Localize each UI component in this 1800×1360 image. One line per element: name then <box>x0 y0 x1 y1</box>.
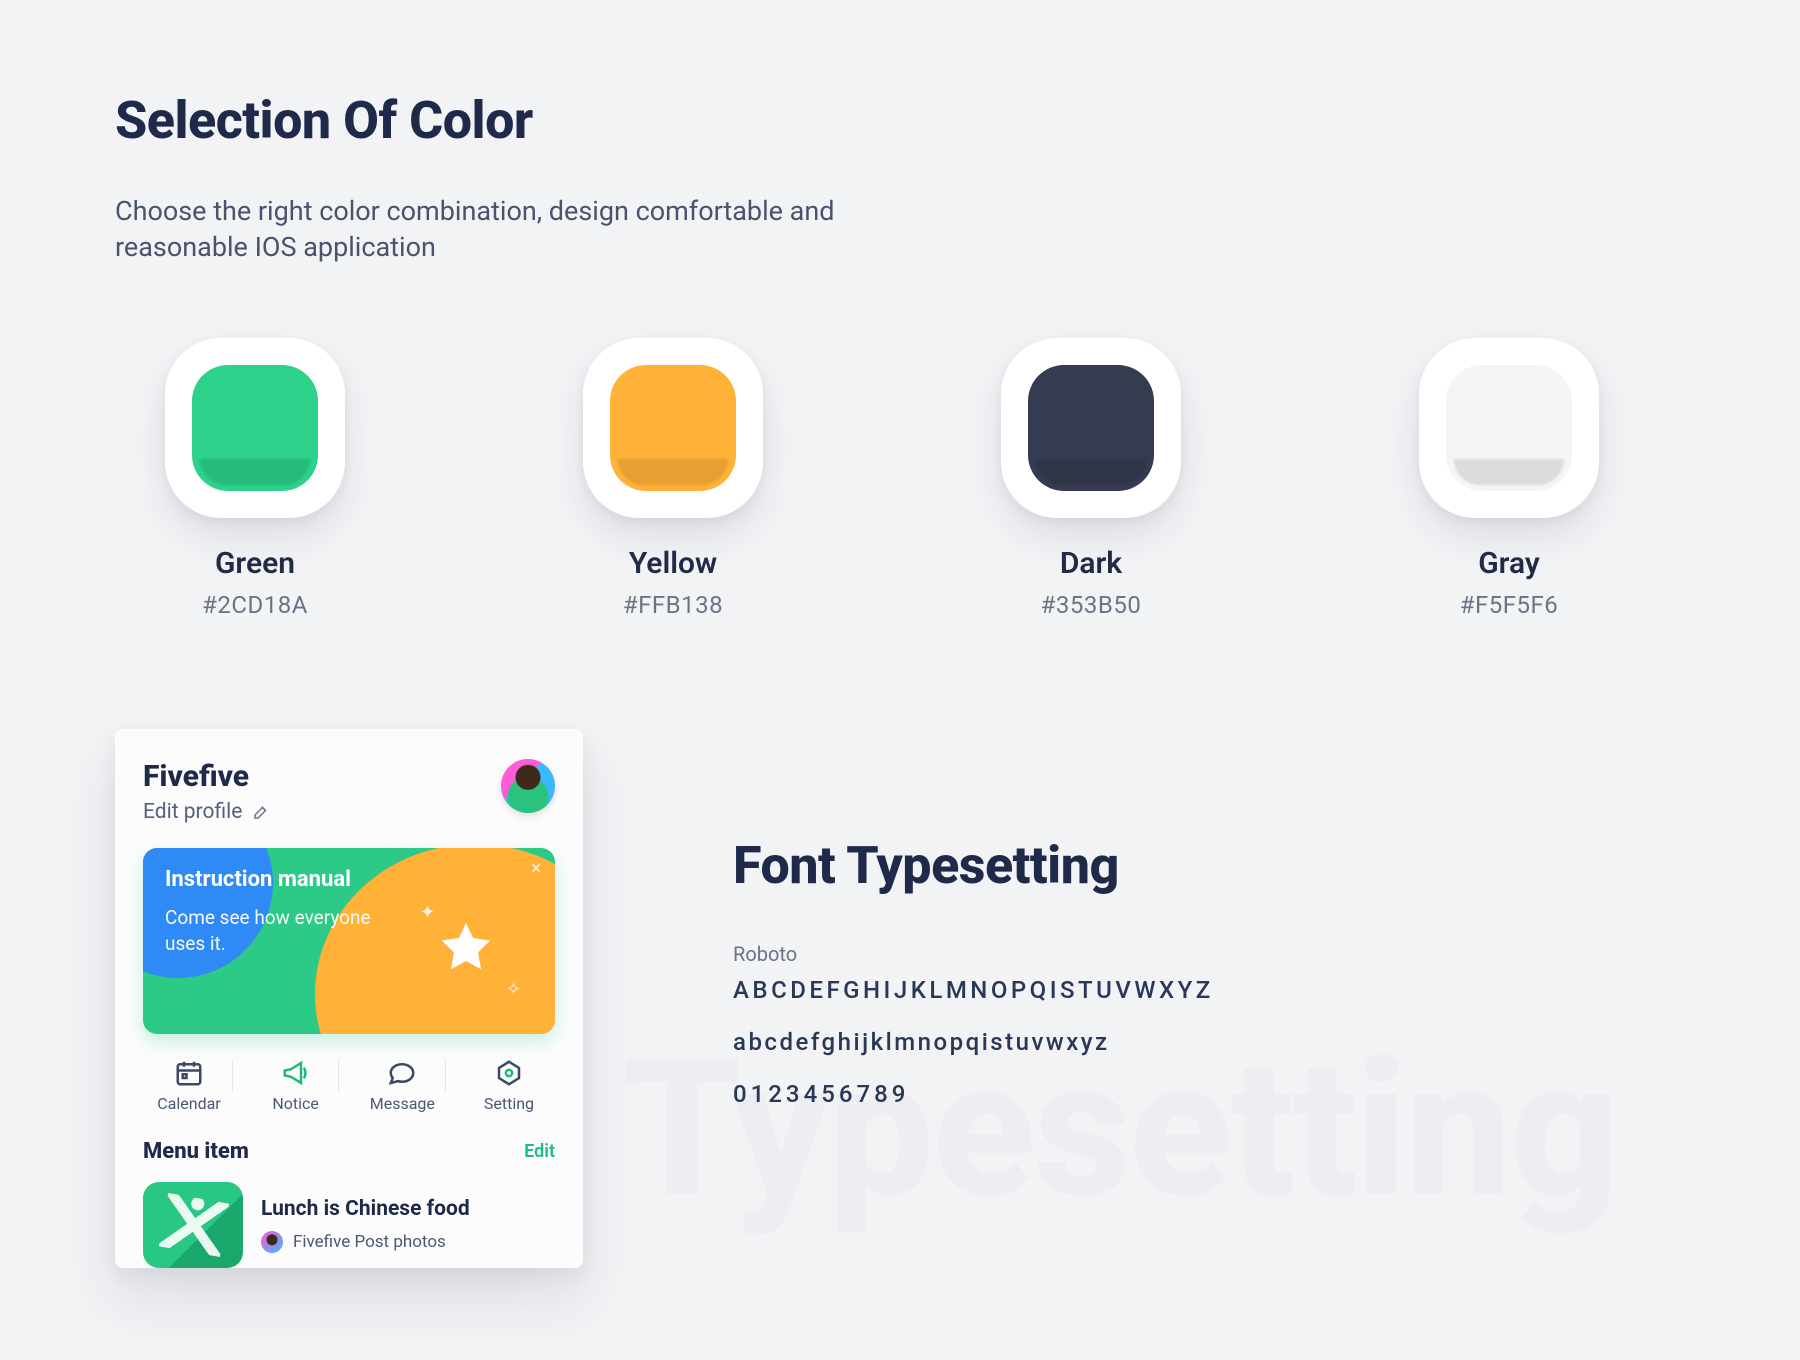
settings-icon <box>494 1058 524 1088</box>
font-section-title: Font Typesetting <box>733 835 1685 896</box>
swatch-name: Dark <box>1060 546 1122 581</box>
app-preview-card: Fivefive Edit profile × ✦ <box>115 729 583 1268</box>
mini-avatar <box>261 1231 283 1253</box>
swatch-pillow <box>583 338 763 518</box>
menu-item-subtitle: Fivefive Post photos <box>293 1232 446 1252</box>
sparkle-icon: ✧ <box>506 979 521 1000</box>
menu-item[interactable]: Lunch is Chinese food Fivefive Post phot… <box>143 1182 555 1268</box>
swatch-green: Green #2CD18A <box>165 338 345 619</box>
swatch-pillow <box>1001 338 1181 518</box>
swatch-chip <box>610 365 736 491</box>
page-subtitle: Choose the right color combination, desi… <box>115 193 895 266</box>
swatch-yellow: Yellow #FFB138 <box>583 338 763 619</box>
swatch-chip <box>192 365 318 491</box>
quick-calendar[interactable]: Calendar <box>145 1058 233 1113</box>
quick-message[interactable]: Message <box>358 1058 446 1113</box>
swatch-hex: #2CD18A <box>202 591 308 619</box>
chat-icon <box>387 1058 417 1088</box>
swatch-name: Gray <box>1478 546 1540 581</box>
sparkle-icon: ✦ <box>420 902 435 923</box>
page-title: Selection Of Color <box>115 90 1685 151</box>
instruction-banner[interactable]: × ✦ ✧ Instruction manual Come see how ev… <box>143 848 555 1034</box>
menu-item-thumb <box>143 1182 243 1268</box>
menu-section-title: Menu item <box>143 1139 249 1164</box>
banner-subtitle: Come see how everyone uses it. <box>165 905 405 956</box>
swatch-hex: #353B50 <box>1041 591 1142 619</box>
quick-notice[interactable]: Notice <box>252 1058 340 1113</box>
edit-profile-label: Edit profile <box>143 800 242 824</box>
calendar-icon <box>174 1058 204 1088</box>
specimen-lower: abcdefghijklmnopqistuvwxyz <box>733 1028 1685 1056</box>
quick-label: Notice <box>272 1094 319 1113</box>
menu-edit-button[interactable]: Edit <box>524 1141 555 1162</box>
swatch-row: Green #2CD18A Yellow #FFB138 Dark #353B5… <box>115 338 1685 619</box>
close-icon[interactable]: × <box>531 858 541 879</box>
quick-label: Setting <box>484 1094 534 1113</box>
swatch-chip <box>1028 365 1154 491</box>
specimen-numbers: 0123456789 <box>733 1080 1685 1108</box>
banner-title: Instruction manual <box>165 866 405 894</box>
megaphone-icon <box>281 1058 311 1088</box>
swatch-hex: #FFB138 <box>623 591 723 619</box>
star-icon <box>437 918 495 976</box>
font-section: Typesetting Font Typesetting Roboto ABCD… <box>733 729 1685 1268</box>
quick-label: Message <box>370 1094 435 1113</box>
pencil-icon <box>252 803 270 821</box>
swatch-hex: #F5F5F6 <box>1460 591 1559 619</box>
swatch-pillow <box>1419 338 1599 518</box>
swatch-pillow <box>165 338 345 518</box>
swatch-chip <box>1446 365 1572 491</box>
quick-setting[interactable]: Setting <box>465 1058 553 1113</box>
font-family-label: Roboto <box>733 942 1685 966</box>
quick-actions: Calendar Notice Message <box>143 1058 555 1113</box>
menu-item-title: Lunch is Chinese food <box>261 1197 470 1221</box>
swatch-name: Yellow <box>629 546 717 581</box>
profile-name: Fivefive <box>143 759 270 794</box>
swatch-dark: Dark #353B50 <box>1001 338 1181 619</box>
quick-label: Calendar <box>157 1094 220 1113</box>
avatar[interactable] <box>501 759 555 813</box>
edit-profile-link[interactable]: Edit profile <box>143 800 270 824</box>
specimen-upper: ABCDEFGHIJKLMNOPQISTUVWXYZ <box>733 976 1685 1004</box>
swatch-gray: Gray #F5F5F6 <box>1419 338 1599 619</box>
swatch-name: Green <box>215 546 295 581</box>
